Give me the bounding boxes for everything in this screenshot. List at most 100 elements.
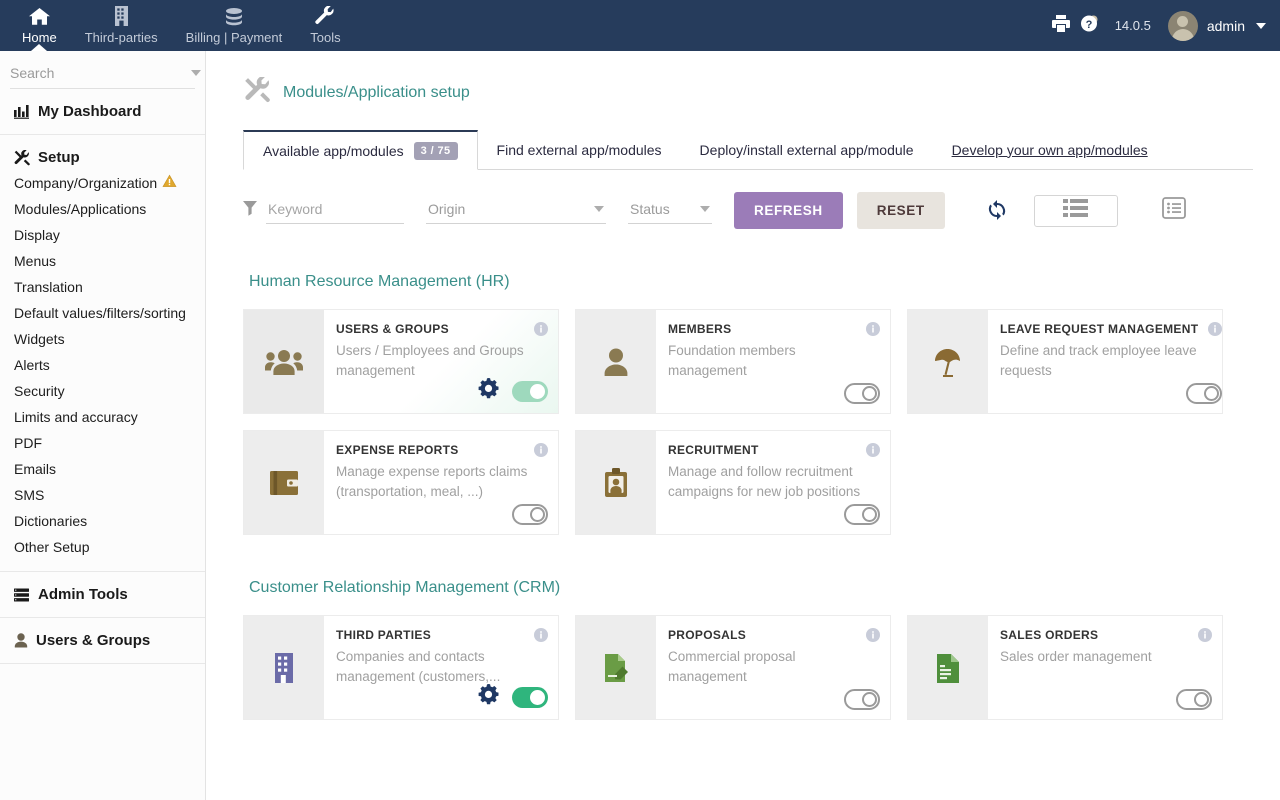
gear-icon[interactable] [478, 378, 499, 404]
status-field[interactable]: Status [628, 197, 712, 224]
keyword-input[interactable] [266, 197, 404, 224]
help-icon[interactable]: ? [1080, 13, 1102, 38]
module-toggle[interactable] [844, 383, 880, 404]
sidebar-group-setup: Setup Company/Organization Modules/Appli… [0, 135, 205, 572]
module-toggle[interactable] [1176, 689, 1212, 710]
sidebar-item-company-organization[interactable]: Company/Organization [0, 169, 205, 196]
avatar[interactable] [1168, 11, 1198, 41]
printer-icon[interactable] [1051, 14, 1071, 38]
list-view-button[interactable] [1132, 195, 1216, 227]
sidebar-item-menus[interactable]: Menus [0, 248, 205, 274]
sidebar-label-default-values: Default values/filters/sorting [14, 305, 186, 321]
reset-button[interactable]: RESET [857, 192, 945, 229]
module-card-leave-request-management[interactable]: Leave Request Management Define and trac… [907, 309, 1223, 414]
keyword-field[interactable] [266, 197, 404, 224]
sidebar-item-alerts[interactable]: Alerts [0, 352, 205, 378]
module-title: Proposals [668, 628, 878, 642]
sidebar-item-limits-accuracy[interactable]: Limits and accuracy [0, 404, 205, 430]
username-label[interactable]: admin [1207, 18, 1245, 34]
chevron-down-icon[interactable] [191, 70, 201, 76]
grid-view-button[interactable] [1034, 195, 1118, 227]
building-icon [114, 5, 129, 27]
info-icon[interactable] [866, 443, 880, 462]
sidebar-item-sms[interactable]: SMS [0, 482, 205, 508]
tab-deploy-install-external[interactable]: Deploy/install external app/module [681, 130, 933, 169]
info-icon[interactable] [866, 628, 880, 647]
server-icon [14, 588, 30, 602]
sidebar-item-modules-applications[interactable]: Modules/Applications [0, 196, 205, 222]
tab-develop-your-own[interactable]: Develop your own app/modules [933, 130, 1167, 169]
sidebar-item-dictionaries[interactable]: Dictionaries [0, 508, 205, 534]
module-card-sales-orders[interactable]: Sales Orders Sales order management [907, 615, 1223, 720]
building-icon [244, 616, 324, 719]
sidebar-item-users-groups[interactable]: Users & Groups [0, 629, 205, 652]
module-toggle[interactable] [512, 381, 548, 402]
sidebar-item-translation[interactable]: Translation [0, 274, 205, 300]
module-card-expense-reports[interactable]: Expense Reports Manage expense reports c… [243, 430, 559, 535]
chevron-down-icon [700, 206, 710, 212]
module-description: Manage expense reports claims (transport… [336, 462, 546, 502]
origin-select[interactable]: Origin [426, 197, 606, 224]
nav-item-home[interactable]: Home [8, 0, 71, 51]
sidebar-item-admin-tools[interactable]: Admin Tools [0, 583, 205, 606]
nav-label-home: Home [22, 30, 57, 45]
module-card-actions [844, 689, 880, 710]
filter-icon [243, 201, 257, 221]
module-card-body: Expense Reports Manage expense reports c… [324, 431, 558, 534]
sidebar-item-other-setup[interactable]: Other Setup [0, 534, 205, 560]
gear-icon[interactable] [478, 684, 499, 710]
info-icon[interactable] [1198, 628, 1212, 647]
info-icon[interactable] [534, 628, 548, 647]
module-toggle[interactable] [844, 504, 880, 525]
info-icon[interactable] [534, 322, 548, 341]
sidebar-item-default-values[interactable]: Default values/filters/sorting [0, 300, 205, 326]
tab-find-external-app-modules[interactable]: Find external app/modules [478, 130, 681, 169]
sidebar-item-emails[interactable]: Emails [0, 456, 205, 482]
tools-icon [244, 77, 271, 108]
origin-field[interactable]: Origin [426, 197, 606, 224]
module-toggle[interactable] [1186, 383, 1222, 404]
top-header-bar: Home Third-parties Billing | Payment Too… [0, 0, 1280, 51]
sidebar-item-display[interactable]: Display [0, 222, 205, 248]
module-card-body: Third Parties Companies and contacts man… [324, 616, 558, 719]
home-icon [29, 5, 50, 27]
module-card-users-groups[interactable]: Users & Groups Users / Employees and Gro… [243, 309, 559, 414]
nav-item-tools[interactable]: Tools [296, 0, 354, 51]
info-icon[interactable] [1208, 322, 1222, 341]
sync-icon[interactable] [974, 195, 1020, 227]
info-icon[interactable] [866, 322, 880, 341]
tab-available-app-modules[interactable]: Available app/modules 3 / 75 [243, 130, 478, 170]
view-tools [974, 195, 1216, 227]
refresh-button[interactable]: REFRESH [734, 192, 843, 229]
module-toggle[interactable] [512, 687, 548, 708]
module-card-members[interactable]: Members Foundation members management [575, 309, 891, 414]
status-select[interactable]: Status [628, 197, 712, 224]
module-toggle[interactable] [512, 504, 548, 525]
sidebar-item-widgets[interactable]: Widgets [0, 326, 205, 352]
info-icon[interactable] [534, 443, 548, 462]
module-card-third-parties[interactable]: Third Parties Companies and contacts man… [243, 615, 559, 720]
nav-item-billing-payment[interactable]: Billing | Payment [172, 0, 297, 51]
chevron-down-icon[interactable] [1256, 23, 1266, 29]
sidebar-search[interactable] [10, 65, 195, 89]
module-title: Members [668, 322, 878, 336]
sidebar-group-admin-tools: Admin Tools [0, 572, 205, 618]
sidebar-item-my-dashboard[interactable]: My Dashboard [0, 100, 205, 123]
person-icon [576, 310, 656, 413]
svg-text:?: ? [1085, 19, 1092, 31]
module-card-actions [1186, 383, 1222, 404]
page-title: Modules/Application setup [283, 84, 470, 102]
nav-item-third-parties[interactable]: Third-parties [71, 0, 172, 51]
module-card-proposals[interactable]: Proposals Commercial proposal management [575, 615, 891, 720]
sidebar-label-limits-accuracy: Limits and accuracy [14, 409, 138, 425]
sidebar-label-widgets: Widgets [14, 331, 65, 347]
module-title: Leave Request Management [1000, 322, 1220, 336]
sidebar-item-setup[interactable]: Setup [0, 146, 205, 169]
search-input[interactable] [10, 65, 191, 81]
sidebar-item-security[interactable]: Security [0, 378, 205, 404]
sidebar-item-pdf[interactable]: PDF [0, 430, 205, 456]
module-toggle[interactable] [844, 689, 880, 710]
module-card-recruitment[interactable]: Recruitment Manage and follow recruitmen… [575, 430, 891, 535]
sidebar-group-my-dashboard: My Dashboard [0, 89, 205, 135]
sidebar-label-display: Display [14, 227, 60, 243]
